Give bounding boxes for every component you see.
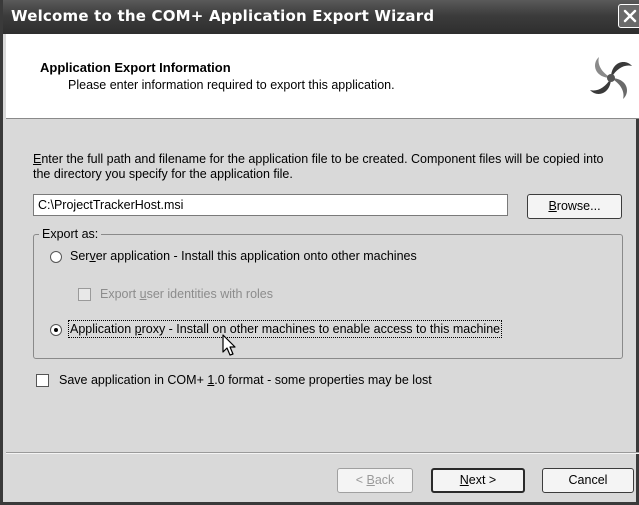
back-button[interactable]: < Back bbox=[337, 468, 413, 493]
page-title: Application Export Information bbox=[40, 60, 231, 75]
next-button[interactable]: Next > bbox=[431, 468, 525, 493]
footer-separator bbox=[6, 452, 639, 454]
close-icon bbox=[623, 9, 637, 23]
browse-button[interactable]: Browse... bbox=[527, 194, 622, 219]
server-application-label[interactable]: Server application - Install this applic… bbox=[70, 249, 417, 263]
export-wizard-window: Welcome to the COM+ Application Export W… bbox=[0, 0, 639, 505]
wizard-header: Application Export Information Please en… bbox=[6, 34, 639, 119]
radio-selected-dot bbox=[54, 328, 58, 332]
application-path-input[interactable] bbox=[33, 194, 508, 216]
window-title: Welcome to the COM+ Application Export W… bbox=[11, 7, 435, 25]
mouse-pointer-icon bbox=[222, 334, 236, 356]
application-proxy-radio[interactable] bbox=[50, 324, 62, 336]
save-com-1-0-format-checkbox[interactable] bbox=[36, 374, 49, 387]
server-application-radio[interactable] bbox=[50, 251, 62, 263]
cancel-button[interactable]: Cancel bbox=[542, 468, 634, 493]
export-user-identities-label: Export user identities with roles bbox=[100, 287, 274, 301]
application-proxy-label[interactable]: Application proxy - Install on other mac… bbox=[67, 320, 503, 338]
com-plus-swirl-icon bbox=[587, 54, 635, 102]
export-as-legend: Export as: bbox=[39, 227, 102, 241]
instructions-text: Enter the full path and filename for the… bbox=[33, 152, 604, 181]
export-user-identities-checkbox[interactable] bbox=[78, 288, 91, 301]
save-com-1-0-format-label[interactable]: Save application in COM+ 1.0 format - so… bbox=[59, 373, 432, 387]
close-button[interactable] bbox=[618, 4, 639, 28]
title-bar[interactable]: Welcome to the COM+ Application Export W… bbox=[3, 0, 639, 34]
page-subtitle: Please enter information required to exp… bbox=[68, 78, 395, 92]
